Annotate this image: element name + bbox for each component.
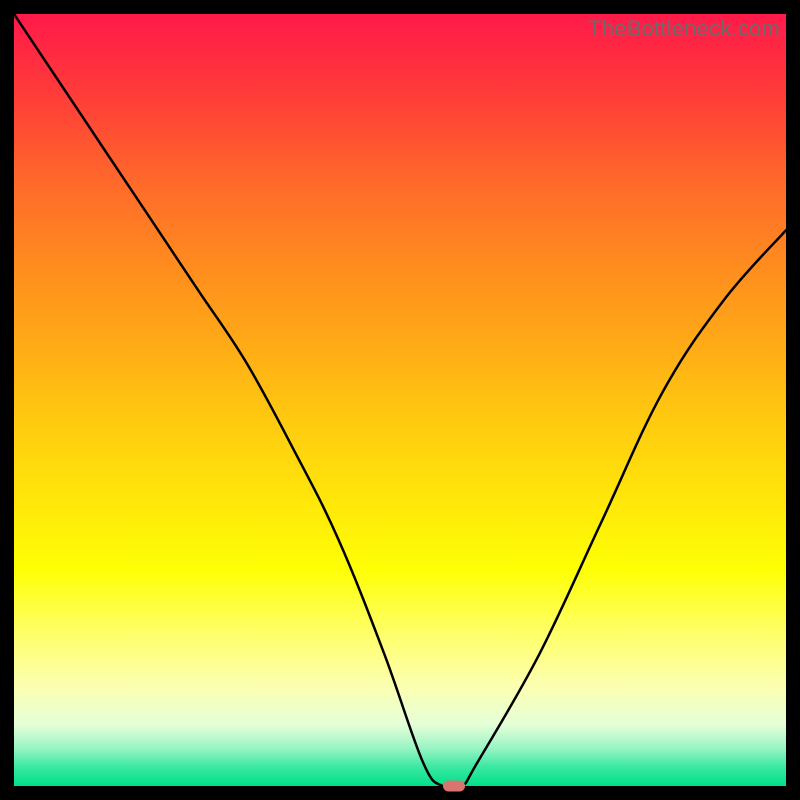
chart-frame: TheBottleneck.com	[14, 14, 786, 786]
bottleneck-curve	[14, 14, 786, 786]
optimum-marker	[443, 781, 465, 792]
watermark-text: TheBottleneck.com	[588, 16, 780, 42]
